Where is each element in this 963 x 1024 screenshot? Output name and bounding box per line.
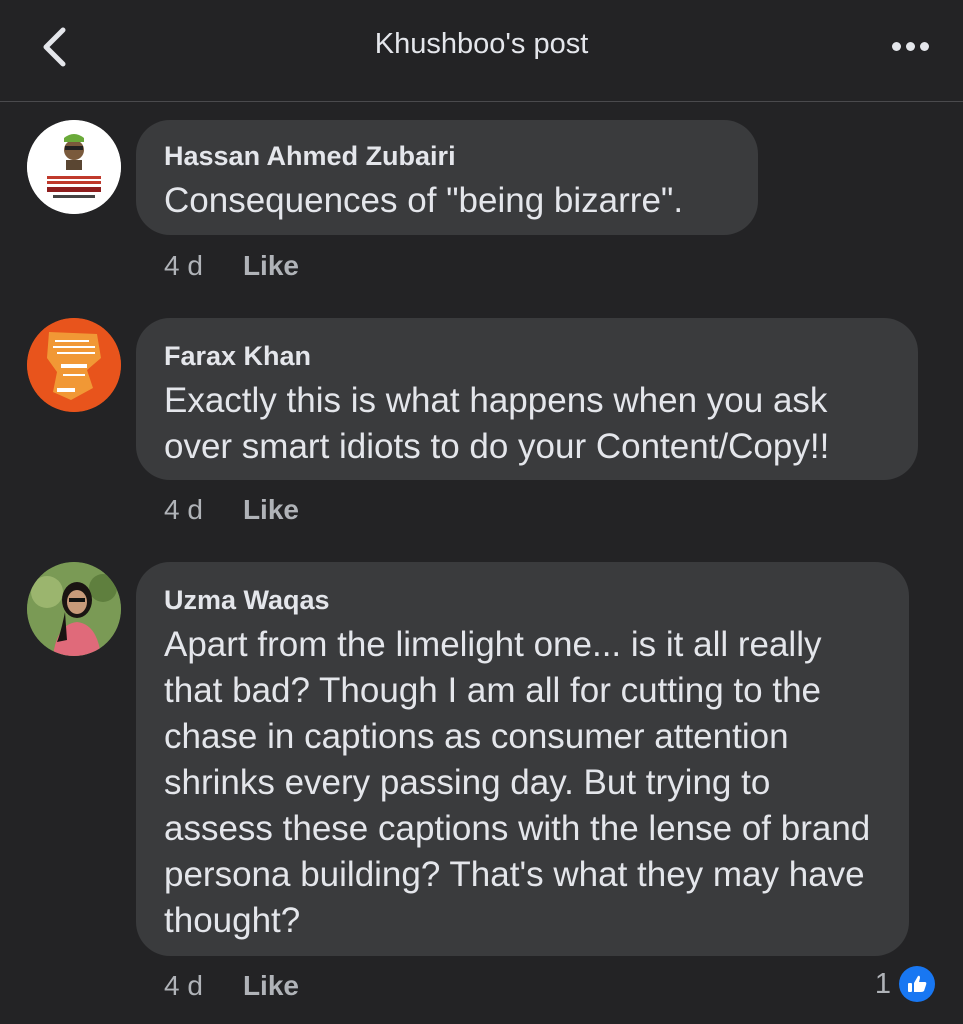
- more-dot-icon: [919, 41, 929, 51]
- comment-meta: 4 d Like: [164, 970, 299, 1002]
- comment-meta: 4 d Like: [164, 494, 299, 526]
- avatar[interactable]: [27, 562, 121, 656]
- comment-author[interactable]: Hassan Ahmed Zubairi: [164, 138, 730, 174]
- like-button[interactable]: Like: [243, 250, 299, 282]
- avatar[interactable]: [27, 120, 121, 214]
- comment-author[interactable]: Uzma Waqas: [164, 582, 881, 618]
- more-dot-icon: [905, 41, 915, 51]
- reaction-count: 1: [874, 967, 891, 1000]
- profile-photo-icon: [27, 120, 121, 214]
- comment-author[interactable]: Farax Khan: [164, 338, 890, 374]
- more-dot-icon: [891, 41, 901, 51]
- page-title: Khushboo's post: [374, 28, 589, 60]
- top-bar: Khushboo's post: [0, 0, 963, 102]
- profile-photo-icon: [27, 318, 121, 412]
- avatar[interactable]: [27, 318, 121, 412]
- thumbs-up-icon: [899, 966, 935, 1002]
- comment-meta: 4 d Like: [164, 250, 299, 282]
- comment-text: Exactly this is what happens when you as…: [164, 381, 830, 466]
- comment-text: Apart from the limelight one... is it al…: [164, 625, 871, 940]
- comment-time[interactable]: 4 d: [164, 494, 203, 526]
- profile-photo-icon: [27, 562, 121, 656]
- comment-bubble[interactable]: Hassan Ahmed Zubairi Consequences of "be…: [136, 120, 758, 235]
- like-button[interactable]: Like: [243, 494, 299, 526]
- comment-bubble[interactable]: Farax Khan Exactly this is what happens …: [136, 318, 918, 480]
- comment-text: Consequences of "being bizarre".: [164, 181, 684, 220]
- comment-bubble[interactable]: Uzma Waqas Apart from the limelight one.…: [136, 562, 909, 956]
- comment-time[interactable]: 4 d: [164, 970, 203, 1002]
- comment-time[interactable]: 4 d: [164, 250, 203, 282]
- reaction-summary[interactable]: 1: [875, 966, 935, 1002]
- more-options-button[interactable]: [885, 30, 935, 62]
- like-button[interactable]: Like: [243, 970, 299, 1002]
